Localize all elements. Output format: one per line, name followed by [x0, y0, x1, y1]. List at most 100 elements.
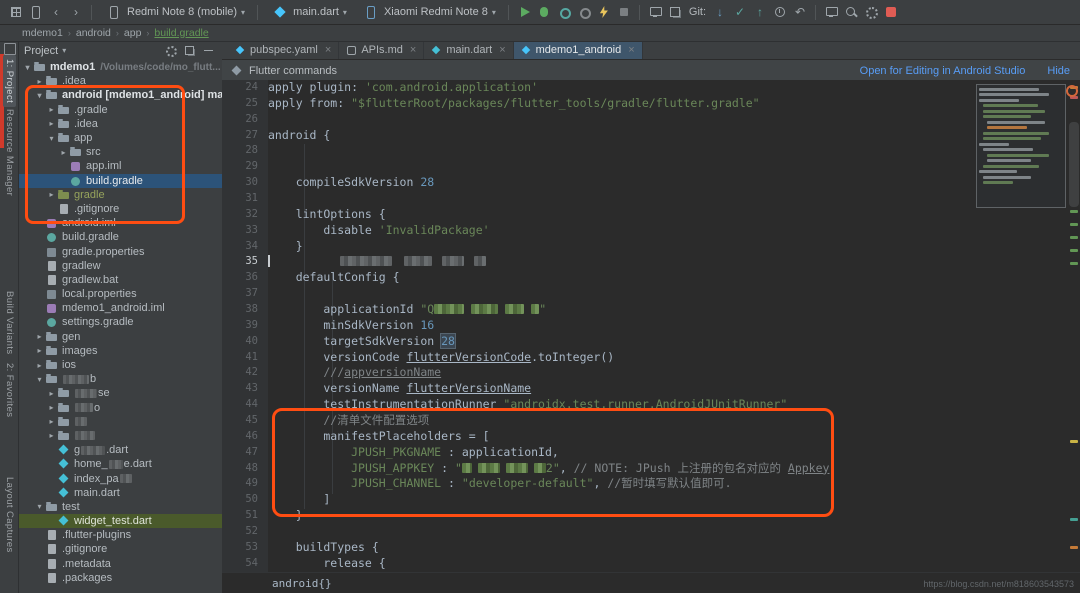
tree-item[interactable]: ▾ b — [18, 372, 222, 386]
attach-debugger-button[interactable] — [576, 4, 592, 20]
close-tab-icon[interactable]: × — [628, 44, 634, 56]
stripe-mark[interactable] — [1070, 440, 1078, 443]
editor-tab[interactable]: main.dart × — [424, 41, 514, 59]
line-number[interactable]: 35 — [222, 254, 268, 270]
tool-strip-tab[interactable]: Build Variants — [3, 287, 16, 359]
tree-item[interactable]: ▸ gradle — [18, 188, 222, 202]
line-number[interactable]: 50 — [222, 492, 268, 508]
tree-item[interactable]: local.properties — [18, 287, 222, 301]
breadcrumb-item[interactable]: android — [76, 27, 111, 39]
scrollbar-thumb[interactable] — [1069, 122, 1079, 207]
line-number[interactable]: 38 — [222, 302, 268, 318]
tree-item[interactable]: ▸ o — [18, 401, 222, 415]
line-number[interactable]: 33 — [222, 223, 268, 239]
back-icon[interactable]: ‹ — [48, 4, 64, 20]
settings-gear-icon[interactable] — [164, 44, 178, 58]
line-number[interactable]: 43 — [222, 381, 268, 397]
tree-item[interactable]: ▸ .gradle — [18, 103, 222, 117]
editor-tab[interactable]: pubspec.yaml × — [228, 41, 340, 59]
hide-panel-icon[interactable] — [202, 44, 216, 58]
close-tab-icon[interactable]: × — [325, 44, 331, 56]
tree-item[interactable]: android.iml — [18, 216, 222, 230]
line-number[interactable]: 29 — [222, 159, 268, 175]
tree-expand-arrow[interactable]: ▸ — [34, 346, 45, 355]
forward-icon[interactable]: › — [68, 4, 84, 20]
search-everywhere-button[interactable] — [843, 4, 859, 20]
tree-item[interactable]: settings.gradle — [18, 315, 222, 329]
line-number[interactable]: 52 — [222, 524, 268, 540]
tree-item[interactable]: g .dart — [18, 443, 222, 457]
breadcrumb-item[interactable]: mdemo1 — [22, 27, 63, 39]
open-in-android-studio-link[interactable]: Open for Editing in Android Studio — [860, 65, 1026, 77]
editor-tab[interactable]: mdemo1_android × — [513, 41, 643, 59]
tree-item[interactable]: ▸ .idea — [18, 117, 222, 131]
stripe-mark[interactable] — [1070, 262, 1078, 265]
tree-item[interactable]: build.gradle — [18, 230, 222, 244]
stripe-mark[interactable] — [1070, 249, 1078, 252]
line-number[interactable]: 36 — [222, 270, 268, 286]
settings-button[interactable] — [863, 4, 879, 20]
git-rollback-button[interactable]: ↶ — [792, 4, 808, 20]
line-number[interactable]: 26 — [222, 112, 268, 128]
tree-item[interactable]: ▸ gen — [18, 330, 222, 344]
tree-item[interactable]: .packages — [18, 571, 222, 585]
chevron-down-icon[interactable]: ▾ — [62, 46, 66, 55]
tree-expand-arrow[interactable]: ▸ — [34, 361, 45, 370]
tree-item[interactable]: ▾ android [mdemo1_android] mas — [18, 88, 222, 102]
editor-tab[interactable]: APIs.md × — [339, 41, 425, 59]
tree-item[interactable]: home_ e.dart — [18, 457, 222, 471]
line-number[interactable]: 51 — [222, 508, 268, 524]
error-stripe-scrollbar[interactable] — [1067, 80, 1080, 573]
device-mirror-icon[interactable] — [823, 4, 839, 20]
code-editor[interactable]: 24 apply plugin: 'com.android.application… — [222, 80, 1080, 573]
tree-item[interactable]: mdemo1_android.iml — [18, 301, 222, 315]
tree-item[interactable]: .flutter-plugins — [18, 528, 222, 542]
target-device-selector[interactable]: Xiaomi Redmi Note 8 ▾ — [356, 3, 501, 22]
line-number[interactable]: 53 — [222, 540, 268, 556]
line-number[interactable]: 42 — [222, 365, 268, 381]
screen-record-button[interactable] — [883, 4, 899, 20]
tree-item[interactable]: .gitignore — [18, 542, 222, 556]
device-manager-icon[interactable] — [28, 4, 44, 20]
tree-item[interactable]: widget_test.dart — [18, 514, 222, 529]
tree-collapse-arrow[interactable]: ▾ — [34, 502, 45, 511]
tree-item[interactable]: .gitignore — [18, 202, 222, 216]
stripe-mark[interactable] — [1070, 210, 1078, 213]
stripe-mark[interactable] — [1070, 223, 1078, 226]
run-config-selector[interactable]: main.dart ▾ — [265, 3, 352, 22]
hide-notification-link[interactable]: Hide — [1047, 65, 1070, 77]
tool-strip-tab[interactable]: Layout Captures — [3, 473, 16, 557]
collapse-all-icon[interactable] — [183, 44, 197, 58]
line-number[interactable]: 45 — [222, 413, 268, 429]
git-commit-button[interactable]: ✓ — [732, 4, 748, 20]
tree-item[interactable]: gradlew.bat — [18, 273, 222, 287]
line-number[interactable]: 32 — [222, 207, 268, 223]
tree-collapse-arrow[interactable]: ▾ — [34, 91, 45, 100]
hot-reload-button[interactable] — [596, 4, 612, 20]
project-panel-title[interactable]: Project — [24, 45, 58, 57]
tree-item[interactable]: index_pa — [18, 471, 222, 485]
window-menu-icon[interactable] — [8, 4, 24, 20]
line-number[interactable]: 31 — [222, 191, 268, 207]
line-number[interactable]: 37 — [222, 286, 268, 302]
line-number[interactable]: 24 — [222, 80, 268, 96]
line-number[interactable]: 41 — [222, 350, 268, 366]
tree-item[interactable]: ▾ mdemo1/Volumes/code/mo_flutt... — [18, 60, 222, 74]
tree-expand-arrow[interactable]: ▸ — [46, 105, 57, 114]
tree-item[interactable]: gradle.properties — [18, 244, 222, 258]
layout-inspector-icon[interactable] — [667, 4, 683, 20]
stripe-mark[interactable] — [1070, 236, 1078, 239]
tree-expand-arrow[interactable]: ▸ — [46, 190, 57, 199]
line-number[interactable]: 46 — [222, 429, 268, 445]
tool-strip-tab[interactable]: Resource Manager — [3, 105, 16, 200]
line-number[interactable]: 25 — [222, 96, 268, 112]
tree-collapse-arrow[interactable]: ▾ — [46, 134, 57, 143]
tree-item[interactable]: ▾ app — [18, 131, 222, 145]
tree-expand-arrow[interactable]: ▸ — [46, 431, 57, 440]
stop-button[interactable] — [616, 4, 632, 20]
tree-item[interactable]: app.iml — [18, 159, 222, 173]
line-number[interactable]: 39 — [222, 318, 268, 334]
tree-expand-arrow[interactable]: ▸ — [34, 77, 45, 86]
tree-item[interactable]: ▸ .idea — [18, 74, 222, 88]
git-update-button[interactable]: ↓ — [712, 4, 728, 20]
